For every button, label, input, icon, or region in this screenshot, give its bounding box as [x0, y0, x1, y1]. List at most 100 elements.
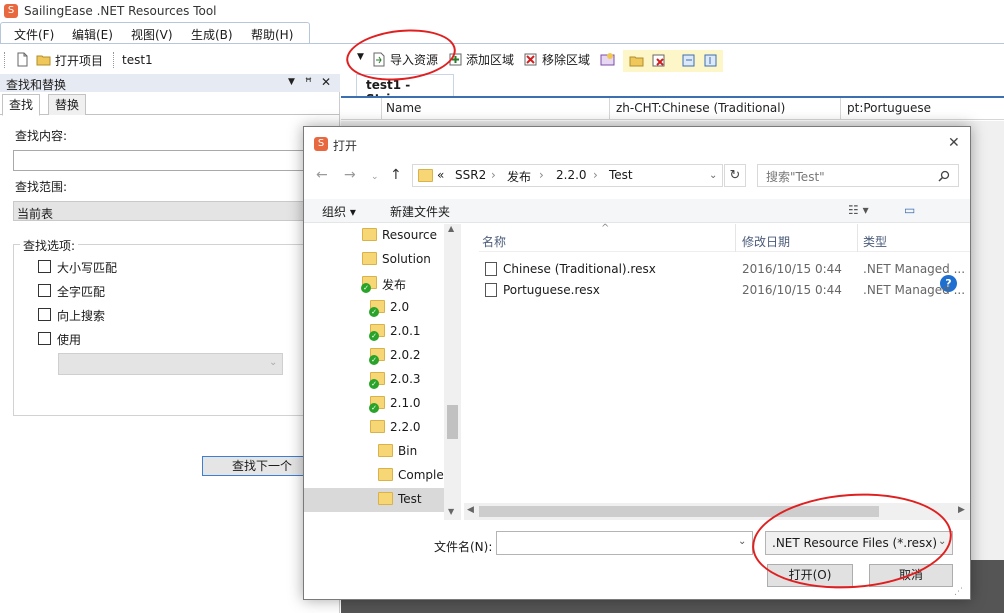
tree-item-label: 2.0.2 — [390, 348, 421, 362]
delete-item-icon[interactable] — [651, 53, 666, 68]
tree-item[interactable]: Bin — [304, 440, 444, 464]
file-name: Portuguese.resx — [503, 283, 600, 297]
close-icon[interactable]: ✕ — [948, 135, 960, 151]
use-checkbox[interactable] — [38, 332, 51, 345]
view-options-icon[interactable]: ☷ ▾ — [848, 203, 869, 217]
whole-word-checkbox[interactable] — [38, 284, 51, 297]
search-up-checkbox[interactable] — [38, 308, 51, 321]
menu-help[interactable]: 帮助(H) — [251, 26, 293, 43]
preview-pane-icon[interactable]: ▭ — [904, 203, 915, 217]
tree-item[interactable]: Resource — [304, 224, 444, 248]
folder-icon — [378, 468, 393, 481]
tree-item-label: 2.0.3 — [390, 372, 421, 386]
use-label: 使用 — [57, 333, 82, 347]
remove-region-button[interactable]: 移除区域 — [542, 51, 590, 68]
filename-input[interactable]: ⌄ — [496, 531, 753, 555]
breadcrumb-ssr2[interactable]: SSR2 — [455, 168, 486, 182]
column-modified[interactable]: 修改日期 — [742, 233, 790, 250]
new-file-icon[interactable] — [15, 52, 30, 67]
dialog-title: 打开 — [333, 139, 358, 153]
tab-find[interactable]: 查找 — [2, 94, 41, 116]
recent-dropdown-icon[interactable]: ⌄ — [371, 172, 379, 182]
tree-item-label: Comple — [398, 468, 444, 482]
open-folder-icon[interactable] — [36, 52, 51, 67]
find-panel-title: 查找和替换 — [6, 78, 67, 92]
up-icon[interactable]: ↑ — [390, 167, 402, 183]
match-case-label: 大小写匹配 — [57, 261, 118, 275]
wizard-icon[interactable] — [600, 52, 615, 67]
pin-icon[interactable]: ꟸ — [305, 75, 312, 89]
menubar: 文件(F) 编辑(E) 视图(V) 生成(B) 帮助(H) — [0, 22, 310, 44]
menu-file[interactable]: 文件(F) — [14, 26, 54, 43]
new-folder-button[interactable]: 新建文件夹 — [390, 203, 450, 220]
toolbar-left: 打开项目 test1 — [0, 46, 340, 72]
column-separator — [735, 224, 736, 252]
resize-grip-icon[interactable]: ⋰ — [954, 587, 968, 599]
tree-item[interactable]: ✓ 2.0.1 — [304, 320, 444, 344]
menu-edit[interactable]: 编辑(E) — [72, 26, 113, 43]
tree-scrollbar[interactable]: ▲ ▼ — [444, 224, 461, 520]
find-panel-header: 查找和替换 ▼ ꟸ ✕ — [0, 74, 340, 92]
tree-item-label: 2.0.1 — [390, 324, 421, 338]
folder-icon — [418, 169, 433, 182]
column-pt[interactable]: pt:Portuguese — [847, 101, 931, 115]
scroll-up-icon[interactable]: ▲ — [448, 224, 454, 233]
search-input[interactable]: 搜索"Test" — [757, 164, 959, 187]
menu-view[interactable]: 视图(V) — [131, 26, 173, 43]
tree-item[interactable]: 2.2.0 — [304, 416, 444, 440]
scroll-right-icon[interactable]: ▶ — [958, 505, 965, 515]
panel-menu-icon[interactable]: ▼ — [288, 77, 295, 87]
chevron-down-icon: ⌄ — [269, 357, 278, 368]
tree-item[interactable]: ✓ 发布 — [304, 272, 444, 296]
whole-word-label: 全字匹配 — [57, 285, 106, 299]
back-icon[interactable]: ← — [316, 167, 328, 183]
import-icon[interactable] — [703, 53, 718, 68]
column-separator — [609, 98, 610, 120]
column-type[interactable]: 类型 — [863, 233, 887, 250]
remove-region-icon — [524, 53, 537, 66]
forward-icon[interactable]: → — [344, 167, 356, 183]
export-icon[interactable] — [681, 53, 696, 68]
folder-icon — [370, 420, 385, 433]
scroll-left-icon[interactable]: ◀ — [467, 505, 474, 515]
column-zh-cht[interactable]: zh-CHT:Chinese (Traditional) — [616, 101, 785, 115]
tree-item[interactable]: ✓ 2.0 — [304, 296, 444, 320]
tree-item[interactable]: ✓ 2.0.3 — [304, 368, 444, 392]
breadcrumb-overflow[interactable]: « — [437, 168, 444, 182]
match-case-checkbox[interactable] — [38, 260, 51, 273]
file-row[interactable]: Portuguese.resx 2016/10/15 0:44 .NET Man… — [479, 280, 970, 301]
file-date: 2016/10/15 0:44 — [742, 262, 842, 276]
add-item-icon[interactable] — [629, 53, 644, 68]
find-content-input[interactable] — [13, 150, 313, 171]
breadcrumb-test[interactable]: Test — [609, 168, 633, 182]
address-bar[interactable]: « SSR2 › 发布 › 2.2.0 › Test ⌄ — [412, 164, 723, 187]
column-separator — [857, 224, 858, 252]
command-bar: 组织 ▾ 新建文件夹 ☷ ▾ ▭ ? — [304, 199, 970, 292]
scroll-down-icon[interactable]: ▼ — [448, 507, 454, 516]
chevron-down-icon[interactable]: ⌄ — [709, 170, 717, 181]
chevron-down-icon[interactable]: ⌄ — [738, 536, 746, 547]
folder-icon — [378, 492, 393, 505]
breadcrumb-publish[interactable]: 发布 — [507, 168, 531, 185]
tree-item[interactable]: ✓ 2.0.2 — [304, 344, 444, 368]
tree-item[interactable]: Comple — [304, 464, 444, 488]
sync-check-icon: ✓ — [369, 403, 379, 413]
breadcrumb-220[interactable]: 2.2.0 — [556, 168, 587, 182]
add-region-button[interactable]: 添加区域 — [466, 51, 514, 68]
tree-item[interactable]: ✓ 2.1.0 — [304, 392, 444, 416]
tree-item-selected[interactable]: Test — [304, 488, 444, 512]
tab-replace[interactable]: 替换 — [48, 94, 87, 115]
column-name[interactable]: Name — [386, 101, 421, 115]
find-scope-select[interactable]: 当前表 — [13, 201, 313, 221]
open-project-button[interactable]: 打开项目 — [55, 52, 103, 69]
grid-header: Name zh-CHT:Chinese (Traditional) pt:Por… — [341, 98, 1004, 120]
tree-scrollbar-thumb[interactable] — [447, 405, 458, 439]
column-filename[interactable]: 名称 — [482, 233, 506, 250]
use-mode-select[interactable]: ⌄ — [58, 353, 283, 375]
refresh-icon[interactable]: ↻ — [724, 164, 746, 187]
file-row[interactable]: Chinese (Traditional).resx 2016/10/15 0:… — [479, 259, 970, 280]
close-icon[interactable]: ✕ — [321, 75, 331, 89]
menu-build[interactable]: 生成(B) — [191, 26, 233, 43]
tree-item[interactable]: Solution — [304, 248, 444, 272]
organize-button[interactable]: 组织 ▾ — [322, 203, 356, 220]
